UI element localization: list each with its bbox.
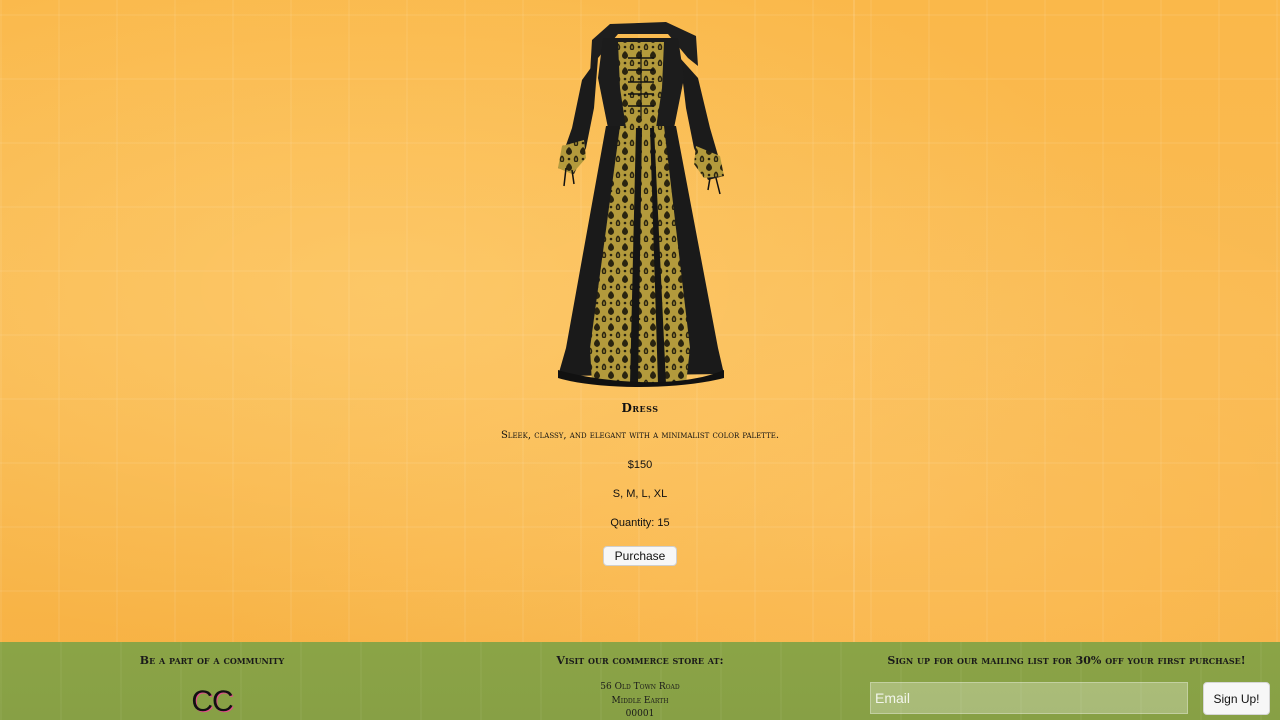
signup-button[interactable]: Sign Up! [1203,682,1270,715]
dress-image [558,22,724,387]
store-heading: Visit our commerce store at: [556,654,724,667]
product-name: Dress [621,401,659,415]
community-heading: Be a part of a community [139,654,285,667]
footer-store: Visit our commerce store at: 56 Old Town… [427,642,853,720]
address-city: Middle Earth [611,696,669,706]
product-quantity: Quantity: 15 [610,517,670,529]
product-price: $150 [627,459,653,471]
footer-community: Be a part of a community CC [0,642,424,720]
purchase-button[interactable]: Purchase [603,546,677,566]
cc-logo: CC [191,685,233,718]
product-sizes: S, M, L, XL [612,488,668,500]
mailing-heading: Sign up for our mailing list for 30% off… [887,654,1246,667]
background-panel-seam [853,0,855,642]
address-zip: 00001 [625,709,655,719]
email-field[interactable] [870,682,1188,714]
product-description: Sleek, classy, and elegant with a minima… [500,430,780,441]
address-street: 56 Old Town Road [600,682,680,692]
